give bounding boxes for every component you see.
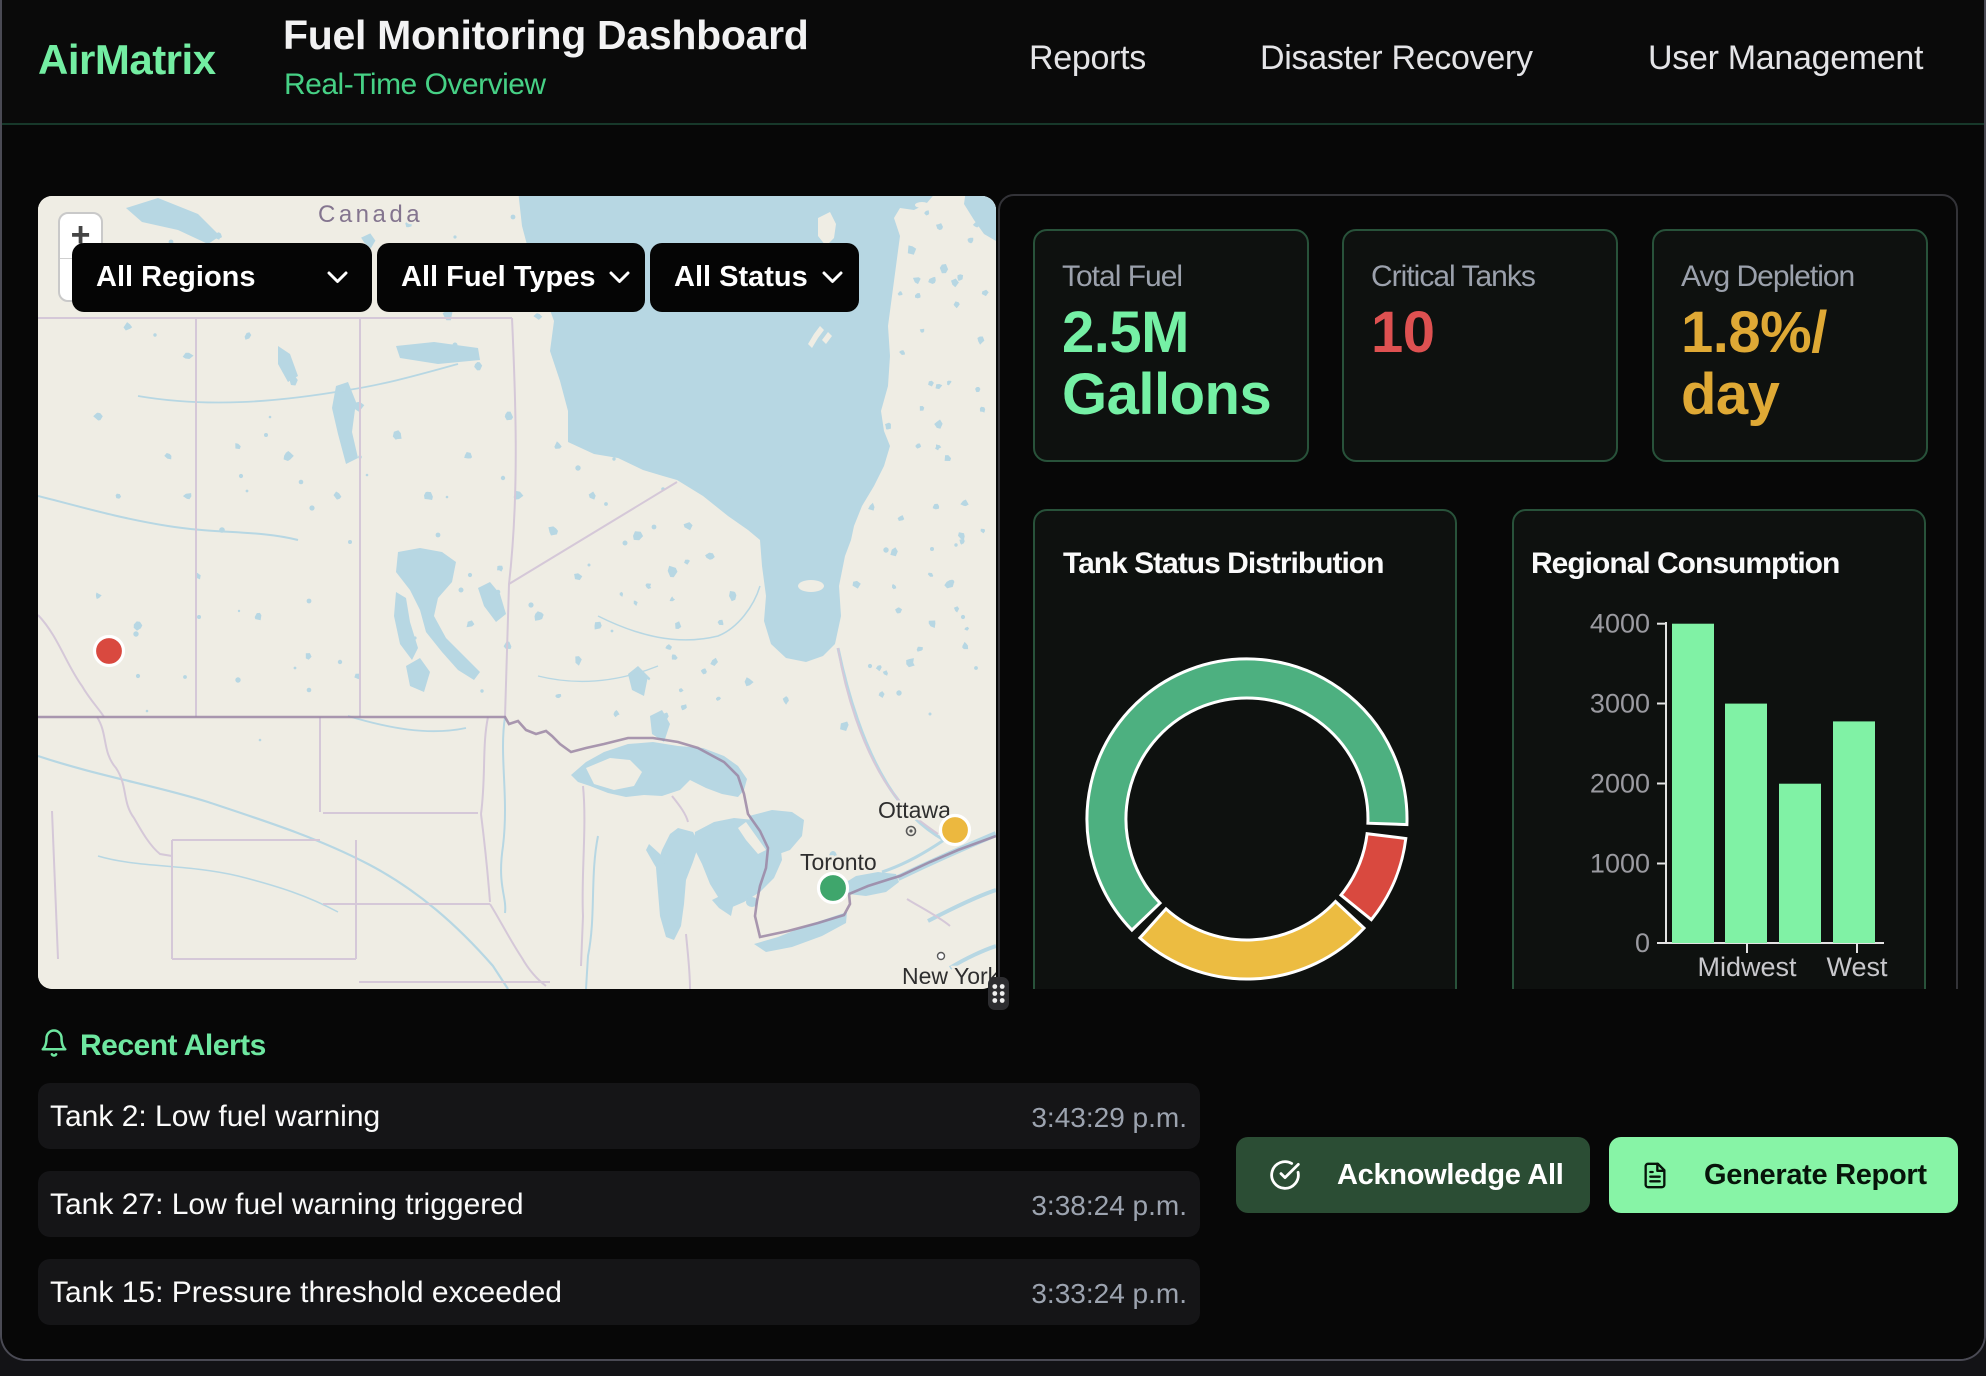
svg-text:4000: 4000 xyxy=(1590,609,1650,639)
svg-text:New York: New York xyxy=(902,963,996,989)
svg-text:Ottawa: Ottawa xyxy=(878,797,951,823)
svg-text:West: West xyxy=(1826,952,1888,982)
svg-text:1000: 1000 xyxy=(1590,849,1650,879)
svg-text:Toronto: Toronto xyxy=(800,849,877,875)
svg-text:3000: 3000 xyxy=(1590,689,1650,719)
svg-text:Midwest: Midwest xyxy=(1697,952,1797,982)
svg-text:Canada: Canada xyxy=(318,201,423,228)
svg-text:2000: 2000 xyxy=(1590,769,1650,799)
svg-text:0: 0 xyxy=(1635,928,1650,958)
